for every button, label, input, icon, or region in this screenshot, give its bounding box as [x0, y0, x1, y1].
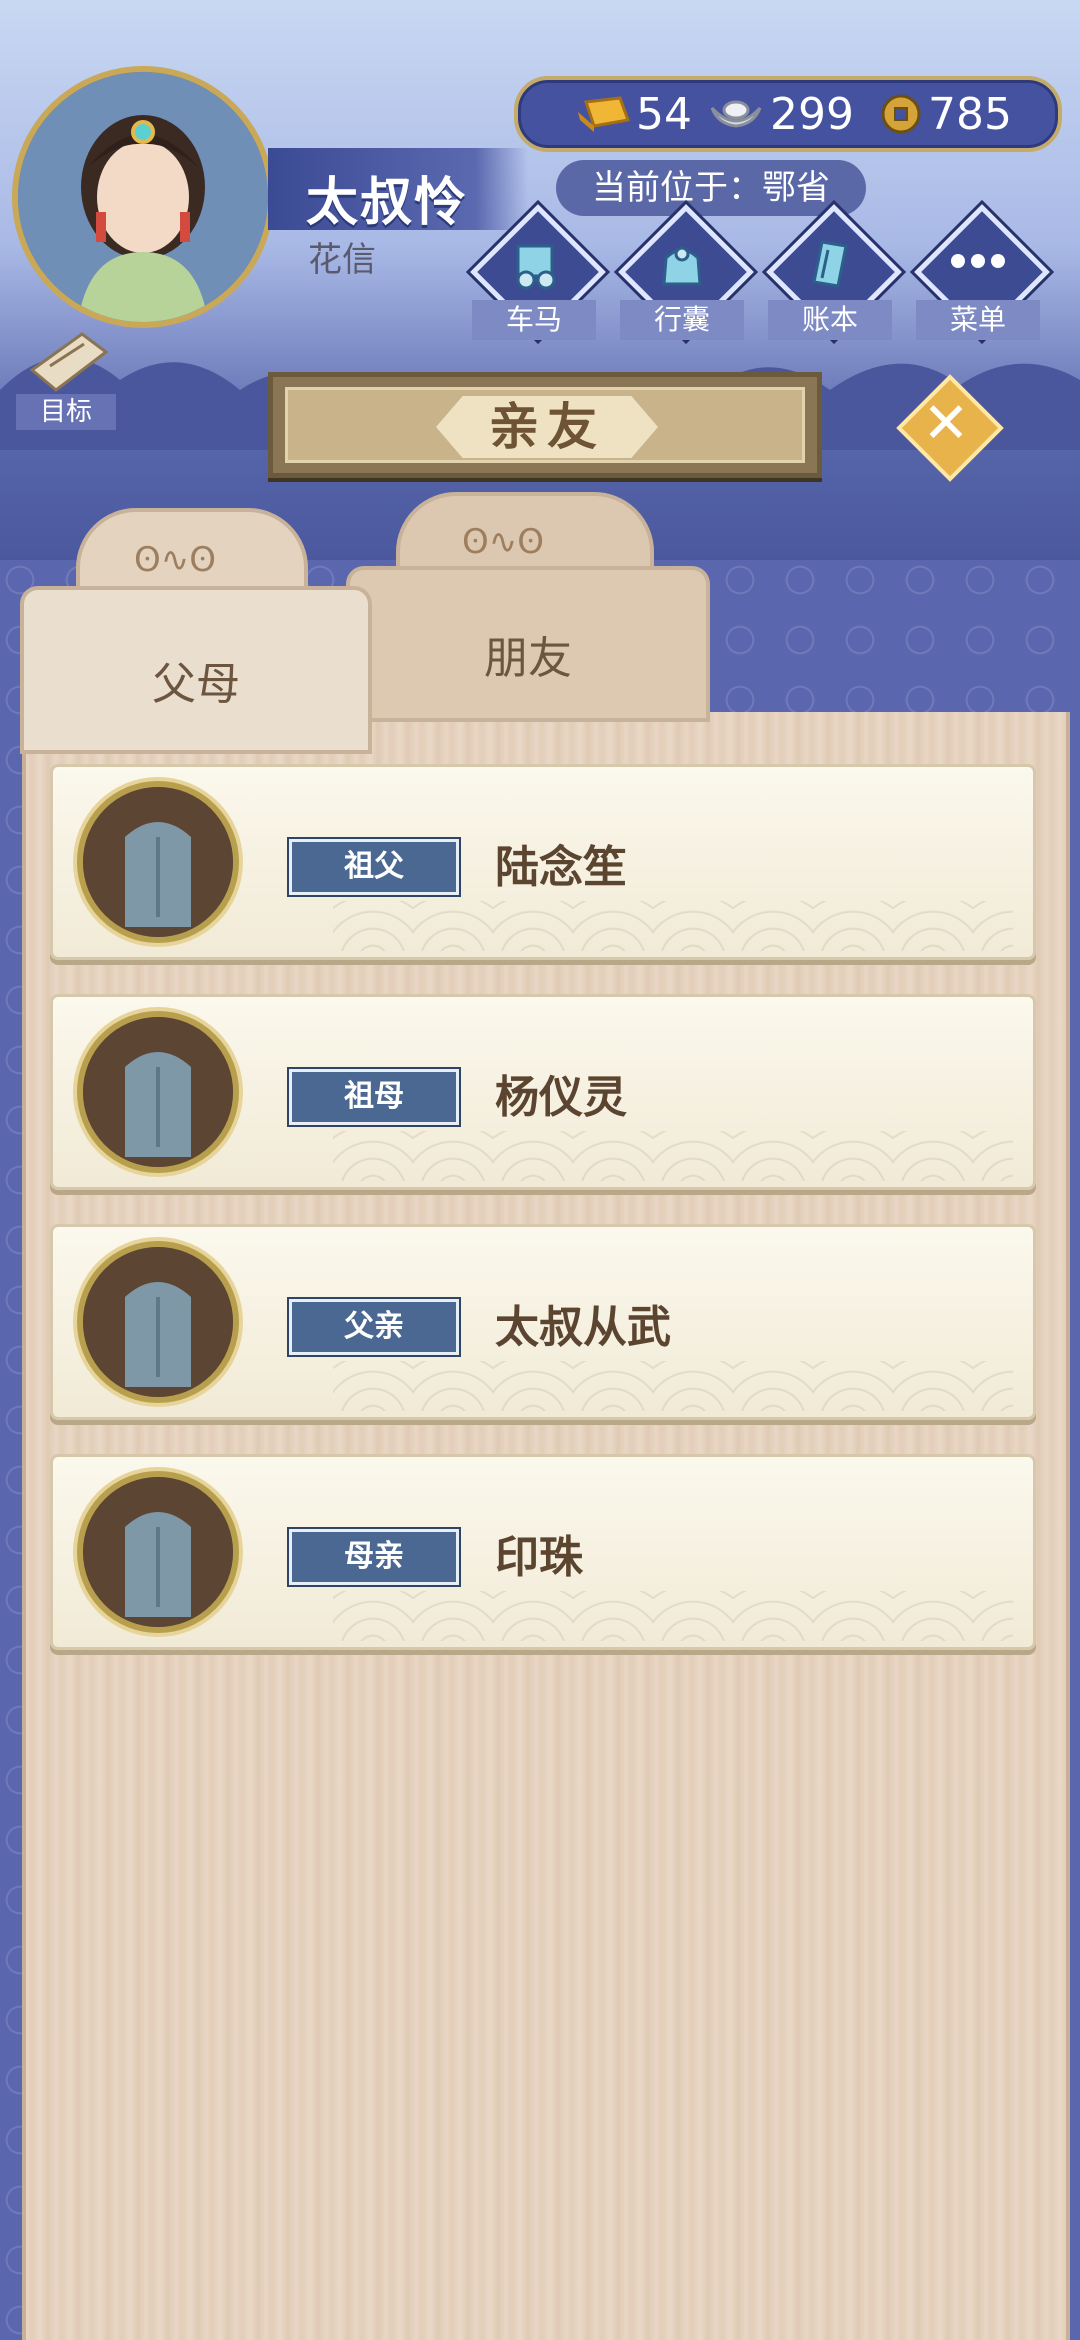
close-icon: ✕	[922, 391, 970, 456]
resource-copper: 785	[880, 88, 1012, 140]
silver-value: 299	[770, 88, 854, 140]
tombstone-avatar	[77, 781, 239, 943]
tab-parents[interactable]: 父母	[20, 586, 372, 754]
resource-bar: 54 299 785	[514, 76, 1062, 152]
relation-tag: 祖母	[289, 1069, 459, 1125]
relative-card[interactable]: 祖父 陆念笙	[50, 764, 1036, 960]
bag-icon	[662, 246, 702, 286]
ledger-icon	[812, 240, 848, 288]
relation-tag: 祖父	[289, 839, 459, 895]
character-title: 花信	[308, 240, 376, 280]
panel-title: 亲友	[489, 398, 605, 456]
bag-label: 行囊	[620, 300, 744, 340]
relative-name: 太叔从武	[495, 1302, 671, 1353]
scroll-icon	[29, 332, 109, 392]
character-name: 太叔怜	[306, 173, 469, 233]
tombstone-avatar	[77, 1471, 239, 1633]
relative-name: 杨仪灵	[495, 1072, 627, 1123]
tombstone-avatar	[77, 1011, 239, 1173]
ledger-button[interactable]: 账本	[766, 204, 902, 340]
resource-silver: 299	[708, 88, 854, 140]
more-icon	[951, 254, 1005, 268]
carriage-label: 车马	[472, 300, 596, 340]
carriage-icon	[516, 244, 556, 290]
gold-value: 54	[636, 88, 692, 140]
relation-tag: 母亲	[289, 1529, 459, 1585]
relative-name: 陆念笙	[495, 842, 627, 893]
tab-parents-label: 父母	[152, 659, 240, 710]
tab-friends-label: 朋友	[484, 633, 572, 684]
tombstone-avatar	[77, 1241, 239, 1403]
bag-button[interactable]: 行囊	[618, 204, 754, 340]
copper-value: 785	[928, 88, 1012, 140]
tab-friends[interactable]: 朋友	[346, 566, 710, 722]
menu-button[interactable]: 菜单	[914, 204, 1050, 340]
silver-ingot-icon	[710, 100, 762, 128]
relative-card[interactable]: 祖母 杨仪灵	[50, 994, 1036, 1190]
menu-label: 菜单	[916, 300, 1040, 340]
resource-gold: 54	[576, 88, 692, 140]
relative-card[interactable]: 母亲 印珠	[50, 1454, 1036, 1650]
close-button[interactable]: ✕	[896, 374, 1004, 482]
carriage-button[interactable]: 车马	[470, 204, 606, 340]
ledger-label: 账本	[768, 300, 892, 340]
character-portrait[interactable]	[12, 66, 274, 328]
goal-button[interactable]: 目标	[16, 330, 116, 430]
copper-coin-icon	[881, 94, 921, 134]
panel-title-banner: 亲友	[268, 372, 822, 478]
relation-tag: 父亲	[289, 1299, 459, 1355]
location-label: 当前位于：鄂省	[556, 160, 866, 216]
goal-label: 目标	[16, 394, 116, 430]
relative-card[interactable]: 父亲 太叔从武	[50, 1224, 1036, 1420]
relative-name: 印珠	[495, 1532, 583, 1583]
gold-bar-icon	[578, 96, 630, 132]
